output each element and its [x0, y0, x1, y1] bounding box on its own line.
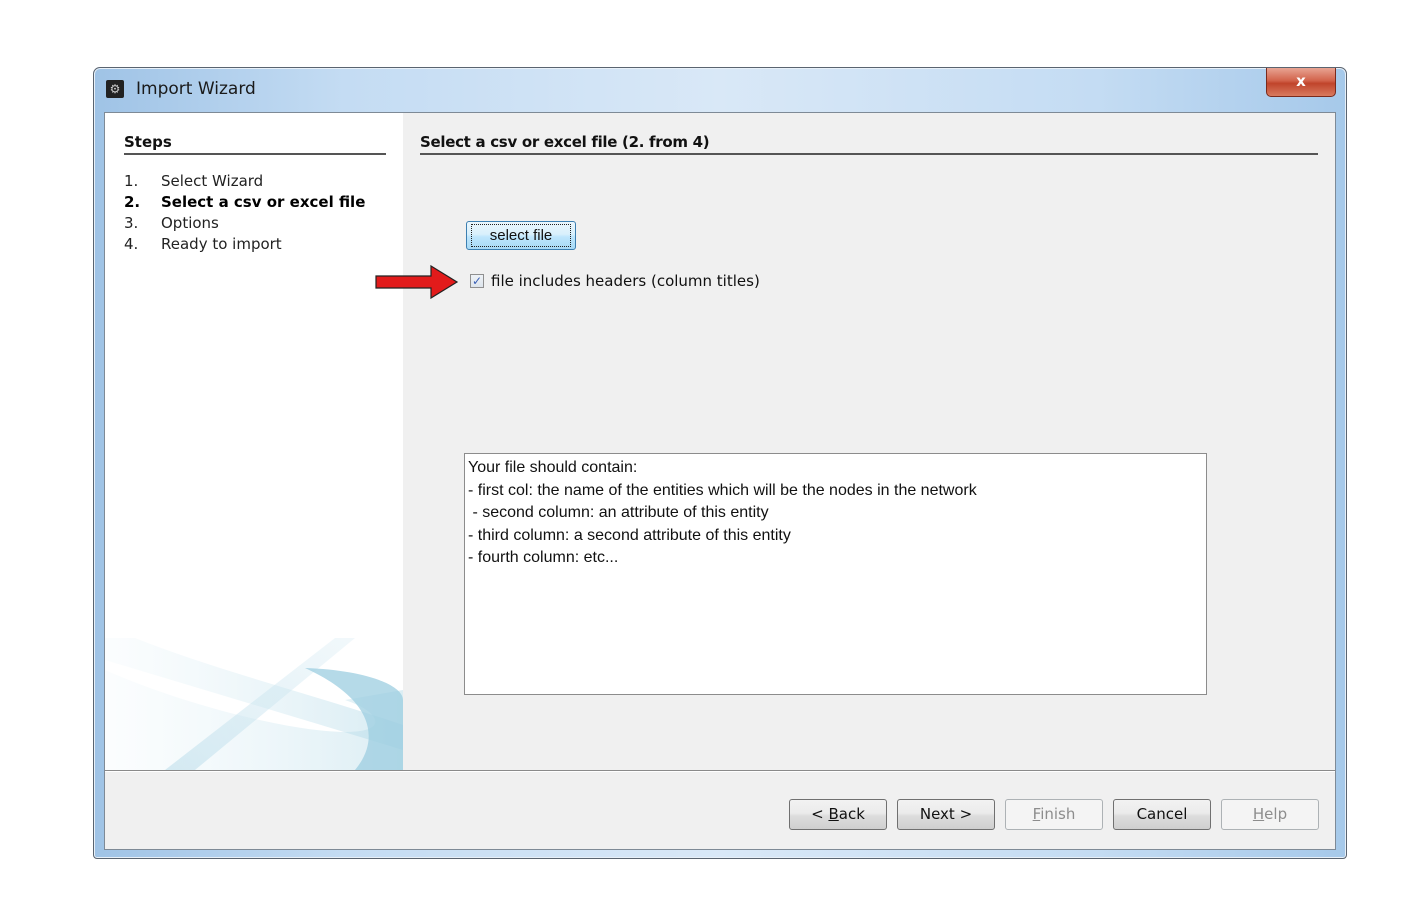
step-item: 3. Options [124, 213, 365, 234]
checkbox-label: file includes headers (column titles) [491, 272, 760, 290]
button-mnemonic: B [828, 805, 839, 823]
file-format-info-textarea[interactable]: Your file should contain: - first col: t… [464, 453, 1207, 695]
file-includes-headers-checkbox[interactable]: ✓ file includes headers (column titles) [470, 272, 760, 290]
step-number: 1. [124, 172, 139, 190]
steps-list: 1. Select Wizard 2. Select a csv or excel … [124, 171, 365, 255]
steps-sidebar: Steps 1. Select Wizard 2. Select a csv or … [105, 113, 403, 770]
help-button[interactable]: Help [1221, 799, 1319, 830]
finish-button[interactable]: Finish [1005, 799, 1103, 830]
footer-divider [105, 770, 1335, 772]
red-arrow-annotation [375, 265, 459, 299]
step-label: Options [161, 214, 219, 232]
step-item: 1. Select Wizard [124, 171, 365, 192]
import-wizard-window: ⚙ Import Wizard x Steps 1. Select Wizard … [93, 67, 1347, 859]
step-number: 2. [124, 193, 141, 211]
button-label: Next > [919, 805, 973, 823]
cancel-button[interactable]: Cancel [1113, 799, 1211, 830]
step-number: 4. [124, 235, 139, 253]
step-label: Select Wizard [161, 172, 264, 190]
button-label: elp [1264, 805, 1288, 823]
step-item-active: 2. Select a csv or excel file [124, 192, 365, 213]
button-prefix: < [811, 805, 829, 823]
close-icon: x [1296, 72, 1306, 90]
select-file-label: select file [470, 224, 572, 247]
button-label: Cancel [1136, 805, 1188, 823]
step-number: 3. [124, 214, 139, 232]
window-title: Import Wizard [136, 79, 256, 99]
step-label: Select a csv or excel file [161, 193, 366, 211]
select-file-button[interactable]: select file [466, 221, 576, 250]
decorative-swoosh-graphic [105, 638, 403, 770]
wizard-content: Steps 1. Select Wizard 2. Select a csv or … [104, 112, 1336, 850]
close-button[interactable]: x [1266, 68, 1336, 97]
step-item: 4. Ready to import [124, 234, 365, 255]
steps-heading: Steps [124, 133, 386, 155]
checkbox-checked-icon[interactable]: ✓ [470, 274, 484, 288]
button-label: inish [1040, 805, 1076, 823]
title-bar[interactable]: ⚙ Import Wizard x [94, 68, 1346, 112]
button-mnemonic: H [1252, 805, 1265, 823]
app-icon: ⚙ [106, 80, 124, 98]
step-label: Ready to import [161, 235, 282, 253]
back-button[interactable]: < Back [789, 799, 887, 830]
next-button[interactable]: Next > [897, 799, 995, 830]
page-title: Select a csv or excel file (2. from 4) [420, 133, 1318, 155]
button-label: ack [838, 805, 865, 823]
